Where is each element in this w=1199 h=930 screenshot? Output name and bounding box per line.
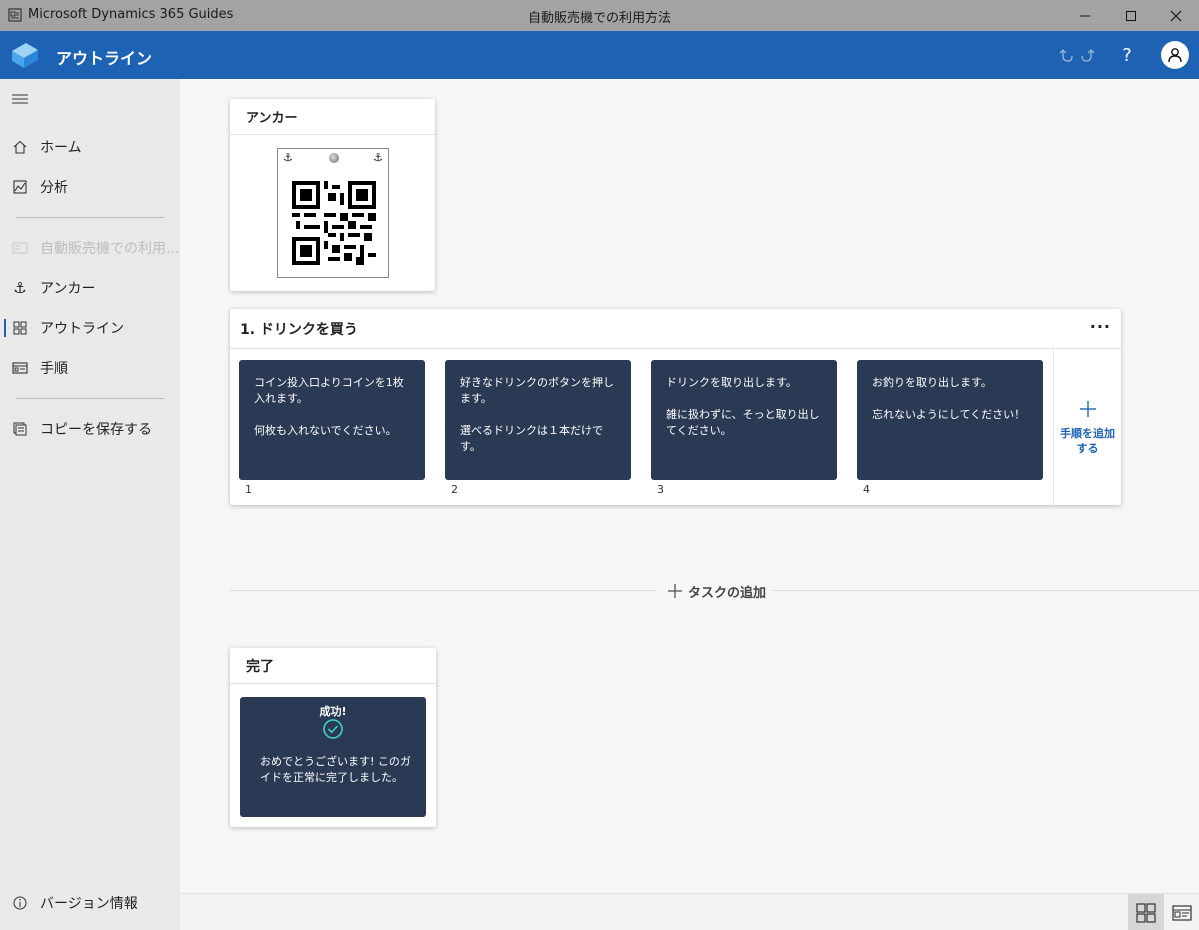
step-text: 忘れないようにしてください！	[872, 408, 1026, 421]
plus-icon	[668, 584, 682, 598]
sidebar-item-home[interactable]: ホーム	[0, 129, 180, 165]
plus-icon	[1079, 400, 1096, 417]
qr-code-icon	[292, 181, 376, 265]
sidebar-item-outline[interactable]: アウトライン	[0, 310, 180, 346]
add-task-divider	[773, 590, 1199, 591]
steps-icon	[12, 360, 28, 376]
sidebar-item-label: アンカー	[40, 281, 96, 297]
anchor-icon: ⚓	[373, 151, 383, 164]
sidebar-item-anchor[interactable]: ⚓ アンカー	[0, 270, 180, 306]
view-switcher-bar	[180, 893, 1199, 930]
add-task-label: タスクの追加	[688, 585, 767, 601]
step-card[interactable]: お釣りを取り出します。 忘れないようにしてください！	[857, 360, 1043, 480]
qr-anchor-image: ⚓ ⚓	[277, 148, 389, 278]
step-card[interactable]: コイン投入口よりコインを1枚入れます。 何枚も入れないでください。	[239, 360, 425, 480]
sidebar-divider	[16, 217, 164, 218]
step-text: コイン投入口よりコインを1枚入れます。	[254, 376, 404, 405]
anchor-icon: ⚓	[13, 279, 27, 297]
app-header: アウトライン ?	[0, 31, 1199, 79]
step-number: 3	[657, 483, 664, 496]
outline-view-button[interactable]	[1128, 894, 1164, 930]
document-title: 自動販売機での利用方法	[527, 11, 671, 26]
sidebar: ホーム 分析 自動販売機での利用... ⚓ アンカー アウトライン 手順 コピー…	[0, 79, 180, 930]
success-message: おめでとうございます! このガイドを正常に完了しました。	[260, 755, 411, 784]
sidebar-item-label: 手順	[40, 361, 68, 377]
guide-icon	[12, 240, 28, 256]
guides-logo-icon	[8, 39, 42, 71]
task-title: 1. ドリンクを買う	[230, 309, 1121, 349]
step-view-icon	[1172, 904, 1192, 921]
step-text: お釣りを取り出します。	[872, 376, 992, 389]
minimize-button[interactable]	[1062, 0, 1108, 31]
hamburger-menu-button[interactable]	[0, 81, 180, 117]
sidebar-item-label: 自動販売機での利用...	[40, 241, 180, 257]
completion-title: 完了	[230, 648, 436, 684]
step-card[interactable]: 好きなドリンクのボタンを押します。 選べるドリンクは１本だけです。	[445, 360, 631, 480]
task-title-text: 1. ドリンクを買う	[240, 321, 358, 338]
step-number: 2	[451, 483, 458, 496]
add-task-divider	[230, 590, 656, 591]
step-text: 雑に扱わずに、そっと取り出してください。	[666, 408, 820, 437]
sidebar-item-label: アウトライン	[40, 321, 124, 337]
sidebar-divider	[16, 398, 164, 399]
outline-canvas: アンカー ⚓ ⚓ 1. ドリンクを買う ··· コイン投入口よりコインを1枚入れ…	[180, 79, 1199, 893]
step-text: ドリンクを取り出します。	[666, 376, 797, 389]
step-card[interactable]: ドリンクを取り出します。 雑に扱わずに、そっと取り出してください。	[651, 360, 837, 480]
sidebar-item-guide: 自動販売機での利用...	[0, 230, 180, 266]
step-text: 何枚も入れないでください。	[254, 424, 397, 437]
undo-icon[interactable]	[1058, 39, 1076, 71]
add-step-button[interactable]: 手順を追加する	[1053, 350, 1121, 505]
user-avatar-icon[interactable]	[1161, 41, 1189, 69]
add-step-label: 手順を追加する	[1060, 426, 1115, 455]
grid-view-icon	[1136, 902, 1156, 923]
anchor-icon: ⚓	[283, 151, 293, 164]
sphere-icon	[329, 153, 339, 163]
completion-step-card[interactable]: 成功! おめでとうございます! このガイドを正常に完了しました。	[240, 697, 426, 817]
add-task-button[interactable]: タスクの追加	[668, 581, 766, 601]
more-options-icon[interactable]: ···	[1090, 317, 1111, 336]
sidebar-item-label: バージョン情報	[40, 896, 138, 912]
analytics-icon	[12, 179, 28, 195]
redo-icon[interactable]	[1078, 39, 1096, 71]
sidebar-item-label: コピーを保存する	[40, 422, 152, 438]
step-text: 選べるドリンクは１本だけです。	[460, 424, 603, 453]
completion-card[interactable]: 完了 成功! おめでとうございます! このガイドを正常に完了しました。	[230, 648, 436, 827]
maximize-button[interactable]	[1108, 0, 1154, 31]
step-text: 好きなドリンクのボタンを押します。	[460, 376, 614, 405]
step-number: 4	[863, 483, 870, 496]
sidebar-item-analytics[interactable]: 分析	[0, 169, 180, 205]
check-circle-icon	[323, 719, 343, 739]
sidebar-item-save-copy[interactable]: コピーを保存する	[0, 411, 180, 447]
close-button[interactable]	[1153, 0, 1199, 31]
help-icon[interactable]: ?	[1116, 39, 1138, 71]
success-heading: 成功!	[319, 705, 347, 718]
info-icon	[12, 895, 28, 911]
step-view-button[interactable]	[1164, 894, 1199, 930]
home-icon	[12, 139, 28, 155]
anchor-card-title: アンカー	[230, 99, 435, 135]
page-title: アウトライン	[56, 49, 153, 68]
sidebar-item-about[interactable]: バージョン情報	[0, 885, 180, 921]
save-copy-icon	[12, 421, 28, 437]
sidebar-item-steps[interactable]: 手順	[0, 350, 180, 386]
step-number: 1	[245, 483, 252, 496]
task-card[interactable]: 1. ドリンクを買う ··· コイン投入口よりコインを1枚入れます。 何枚も入れ…	[230, 309, 1121, 505]
outline-icon	[12, 320, 28, 336]
sidebar-item-label: 分析	[40, 180, 68, 196]
anchor-card[interactable]: アンカー ⚓ ⚓	[230, 99, 435, 291]
hamburger-icon	[12, 91, 28, 107]
window-title-bar: Microsoft Dynamics 365 Guides 自動販売機での利用方…	[0, 0, 1199, 31]
sidebar-item-label: ホーム	[40, 140, 82, 156]
